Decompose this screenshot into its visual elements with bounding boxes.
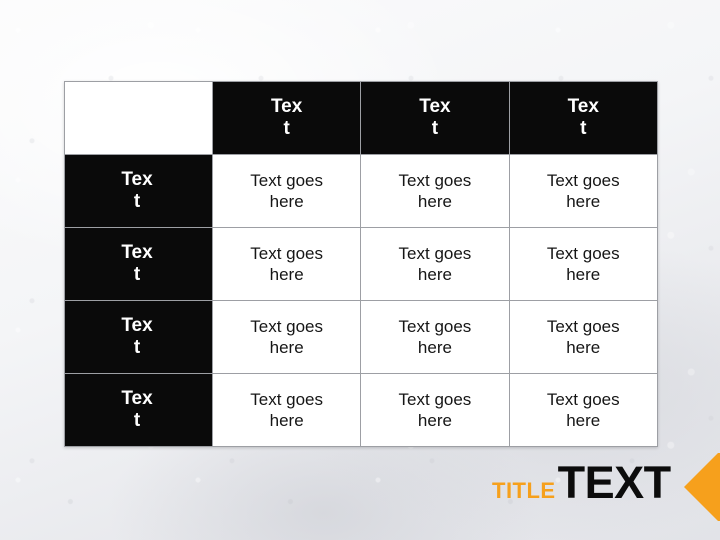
column-header-label: Text xyxy=(419,95,451,139)
table-cell-r2c1[interactable]: Text goes here xyxy=(211,227,362,301)
table-cell-label: Text goes here xyxy=(546,170,620,211)
table-cell-r3c1[interactable]: Text goes here xyxy=(211,300,362,374)
row-header-label: Text xyxy=(121,168,153,212)
table-cell-label: Text goes here xyxy=(250,170,324,211)
table-cell-r1c3[interactable]: Text goes here xyxy=(508,154,658,228)
table-cell-label: Text goes here xyxy=(546,389,620,430)
table-cell-label: Text goes here xyxy=(398,316,472,357)
table-cell-r4c3[interactable]: Text goes here xyxy=(508,373,658,447)
slide-canvas: Text Text Text Text Text goes here Text … xyxy=(0,0,720,540)
matrix-table: Text Text Text Text Text goes here Text … xyxy=(64,81,658,447)
title-main-word: TEXT xyxy=(557,457,672,508)
table-cell-label: Text goes here xyxy=(398,243,472,284)
slide-title: TITLE TEXT xyxy=(492,460,671,510)
table-cell-label: Text goes here xyxy=(250,316,324,357)
table-cell-label: Text goes here xyxy=(398,389,472,430)
table-cell-label: Text goes here xyxy=(250,243,324,284)
column-header-1[interactable]: Text xyxy=(211,81,362,155)
table-row: Text Text goes here Text goes here Text … xyxy=(64,154,658,228)
column-header-3[interactable]: Text xyxy=(508,81,658,155)
table-cell-r2c2[interactable]: Text goes here xyxy=(360,227,510,301)
column-header-label: Text xyxy=(567,95,599,139)
table-corner-cell xyxy=(64,81,213,155)
title-accent-word: TITLE xyxy=(492,478,556,503)
row-header-4[interactable]: Text xyxy=(64,373,213,447)
table-row: Text Text goes here Text goes here Text … xyxy=(64,373,658,447)
row-header-3[interactable]: Text xyxy=(64,300,213,374)
table-row: Text Text goes here Text goes here Text … xyxy=(64,300,658,374)
table-header-row: Text Text Text xyxy=(64,81,658,155)
chevron-left-icon xyxy=(684,453,720,521)
row-header-label: Text xyxy=(121,387,153,431)
table-cell-label: Text goes here xyxy=(546,243,620,284)
table-cell-r1c1[interactable]: Text goes here xyxy=(211,154,362,228)
row-header-1[interactable]: Text xyxy=(64,154,213,228)
column-header-2[interactable]: Text xyxy=(360,81,510,155)
table-cell-label: Text goes here xyxy=(398,170,472,211)
table-cell-label: Text goes here xyxy=(250,389,324,430)
table-cell-r3c3[interactable]: Text goes here xyxy=(508,300,658,374)
row-header-2[interactable]: Text xyxy=(64,227,213,301)
table-row: Text Text goes here Text goes here Text … xyxy=(64,227,658,301)
table-cell-r4c2[interactable]: Text goes here xyxy=(360,373,510,447)
table-cell-r4c1[interactable]: Text goes here xyxy=(211,373,362,447)
table-cell-label: Text goes here xyxy=(546,316,620,357)
row-header-label: Text xyxy=(121,241,153,285)
table-cell-r2c3[interactable]: Text goes here xyxy=(508,227,658,301)
table-cell-r3c2[interactable]: Text goes here xyxy=(360,300,510,374)
table-cell-r1c2[interactable]: Text goes here xyxy=(360,154,510,228)
row-header-label: Text xyxy=(121,314,153,358)
column-header-label: Text xyxy=(270,95,303,139)
